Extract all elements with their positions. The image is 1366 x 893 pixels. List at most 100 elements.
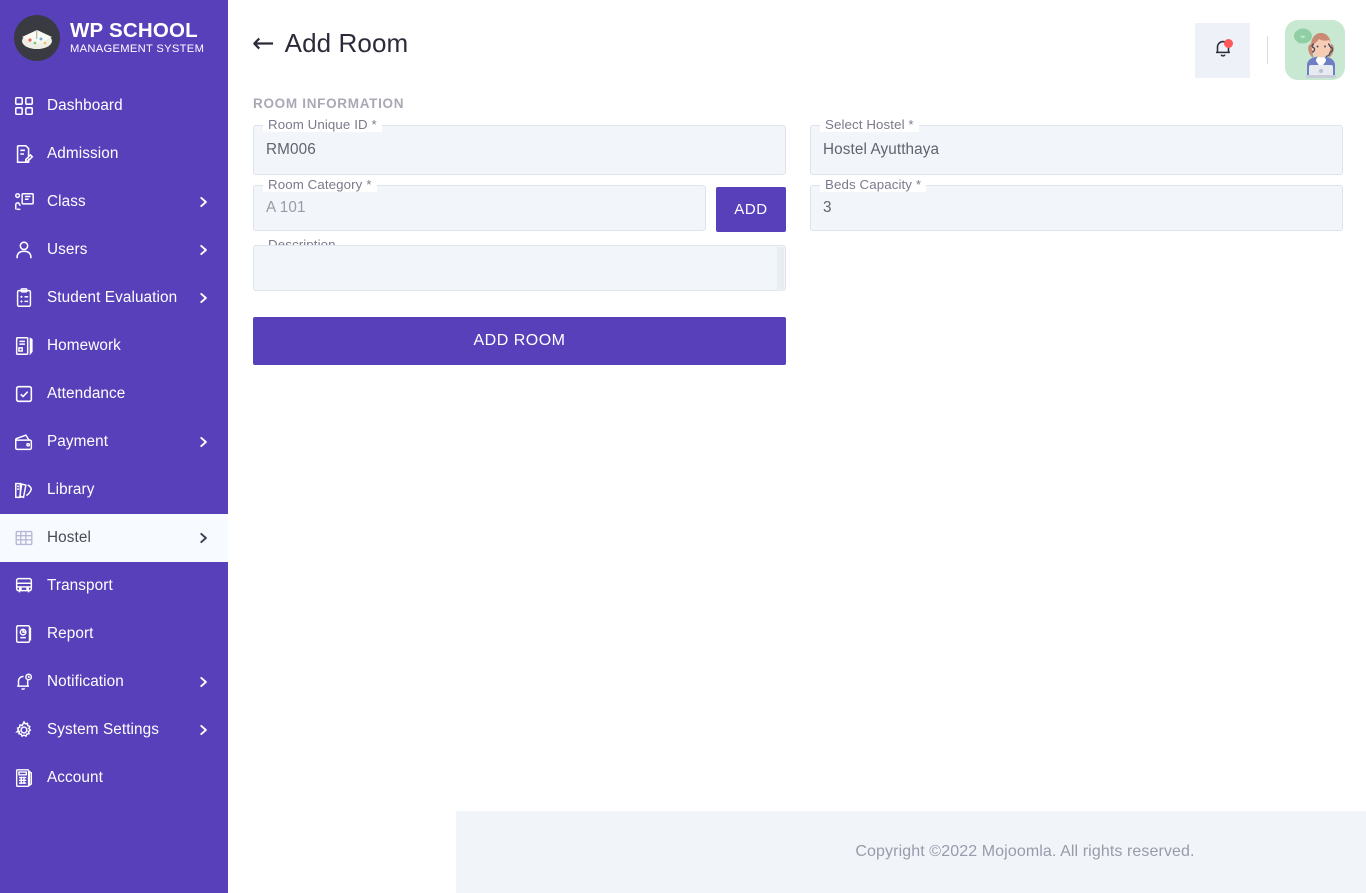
checkbox-square-icon	[11, 381, 37, 407]
room-unique-id-field[interactable]: Room Unique ID * RM006	[253, 117, 786, 175]
brand-text: WP SCHOOL MANAGEMENT SYSTEM	[70, 18, 205, 56]
notification-dot-badge	[1224, 38, 1233, 48]
topbar-divider	[1267, 36, 1268, 64]
graduation-cap-icon	[22, 30, 52, 49]
hostel-bed-icon	[11, 525, 37, 551]
description-field[interactable]: Description	[253, 237, 786, 291]
sidebar-item-label: Dashboard	[47, 97, 123, 114]
room-unique-id-input[interactable]: RM006	[253, 125, 786, 175]
bell-clock-icon	[11, 669, 37, 695]
select-hostel-value: Hostel Ayutthaya	[823, 141, 940, 158]
back-arrow-icon[interactable]: ←	[252, 30, 275, 57]
app-root: WP SCHOOL MANAGEMENT SYSTEM Dashboard Ad…	[0, 0, 1366, 893]
chevron-right-icon	[196, 243, 210, 257]
grid-dashboard-icon	[11, 93, 37, 119]
brand-header[interactable]: WP SCHOOL MANAGEMENT SYSTEM	[0, 0, 228, 76]
footer: Copyright ©2022 Mojoomla. All rights res…	[456, 811, 1366, 893]
sidebar-item-admission[interactable]: Admission	[0, 130, 228, 178]
sidebar-item-label: Users	[47, 241, 88, 258]
sidebar-item-label: Library	[47, 481, 95, 498]
select-hostel-field[interactable]: Select Hostel * Hostel Ayutthaya	[810, 117, 1343, 175]
sidebar-item-student-evaluation[interactable]: Student Evaluation	[0, 274, 228, 322]
chevron-right-icon	[196, 435, 210, 449]
sidebar-item-system-settings[interactable]: System Settings	[0, 706, 228, 754]
brand-title: WP SCHOOL	[70, 18, 198, 42]
chevron-right-icon	[196, 675, 210, 689]
chevron-right-icon	[196, 291, 210, 305]
sidebar-item-users[interactable]: Users	[0, 226, 228, 274]
sidebar-item-hostel[interactable]: Hostel	[0, 514, 228, 562]
sidebar-item-account[interactable]: Account	[0, 754, 228, 802]
main-area: ← Add Room Hi! ROOM INFORMATION Room Uni…	[228, 0, 1366, 893]
sidebar-item-report[interactable]: Report	[0, 610, 228, 658]
beds-capacity-value: 3	[823, 199, 832, 216]
add-room-submit-button[interactable]: ADD ROOM	[253, 317, 786, 365]
sidebar-item-attendance[interactable]: Attendance	[0, 370, 228, 418]
sidebar-item-notification[interactable]: Notification	[0, 658, 228, 706]
chevron-right-icon	[196, 195, 210, 209]
calculator-icon	[11, 765, 37, 791]
room-category-row: Room Category * A 101 ADD	[253, 177, 786, 241]
support-agent-avatar-icon: Hi!	[1285, 20, 1345, 80]
room-category-label: Room Category *	[263, 177, 377, 192]
graduation-cap-logo	[14, 15, 60, 61]
document-edit-icon	[11, 141, 37, 167]
sidebar-item-label: Transport	[47, 577, 113, 594]
section-label-room-information: ROOM INFORMATION	[253, 96, 405, 111]
brand-subtitle: MANAGEMENT SYSTEM	[70, 43, 205, 56]
teacher-board-icon	[11, 189, 37, 215]
sidebar-nav: Dashboard Admission Class Users Student …	[0, 76, 228, 802]
avatar[interactable]: Hi!	[1285, 20, 1345, 80]
sidebar-item-dashboard[interactable]: Dashboard	[0, 82, 228, 130]
sidebar-item-label: Class	[47, 193, 86, 210]
sidebar-item-label: Attendance	[47, 385, 126, 402]
bus-icon	[11, 573, 37, 599]
beds-capacity-field[interactable]: Beds Capacity * 3	[810, 177, 1343, 231]
sidebar-item-payment[interactable]: Payment	[0, 418, 228, 466]
beds-capacity-label: Beds Capacity *	[820, 177, 927, 192]
topbar-actions: Hi!	[1195, 20, 1345, 80]
sidebar-item-label: Admission	[47, 145, 119, 162]
topbar: ← Add Room Hi!	[228, 0, 1366, 96]
sidebar: WP SCHOOL MANAGEMENT SYSTEM Dashboard Ad…	[0, 0, 228, 893]
room-unique-id-value: RM006	[266, 141, 316, 158]
gear-icon	[11, 717, 37, 743]
page-title-group: ← Add Room	[252, 28, 1195, 59]
textarea-resize-handle[interactable]	[777, 247, 784, 291]
form-column-left: Room Unique ID * RM006 Room Category * A…	[253, 117, 786, 365]
notification-button[interactable]	[1195, 22, 1250, 78]
sidebar-item-transport[interactable]: Transport	[0, 562, 228, 610]
sidebar-item-label: Notification	[47, 673, 124, 690]
room-category-placeholder: A 101	[266, 199, 306, 216]
sidebar-item-label: System Settings	[47, 721, 160, 738]
page-title: Add Room	[284, 28, 409, 58]
clipboard-check-icon	[11, 285, 37, 311]
sidebar-item-label: Account	[47, 769, 103, 786]
sidebar-item-label: Payment	[47, 433, 109, 450]
sidebar-item-homework[interactable]: Homework	[0, 322, 228, 370]
form-grid: Room Unique ID * RM006 Room Category * A…	[253, 117, 1343, 365]
books-icon	[11, 477, 37, 503]
sidebar-item-label: Report	[47, 625, 94, 642]
room-unique-id-label: Room Unique ID *	[263, 117, 382, 132]
chevron-right-icon	[196, 531, 210, 545]
form-column-right: Select Hostel * Hostel Ayutthaya Beds Ca…	[810, 117, 1343, 365]
form-content: ROOM INFORMATION Room Unique ID * RM006 …	[228, 96, 1366, 893]
notebook-pen-icon	[11, 333, 37, 359]
svg-text:Hi!: Hi!	[1301, 34, 1306, 39]
sidebar-item-label: Student Evaluation	[47, 289, 178, 306]
sidebar-item-class[interactable]: Class	[0, 178, 228, 226]
add-category-button[interactable]: ADD	[716, 187, 786, 232]
sidebar-item-label: Homework	[47, 337, 121, 354]
chevron-right-icon	[196, 723, 210, 737]
report-chart-icon	[11, 621, 37, 647]
select-hostel-input[interactable]: Hostel Ayutthaya	[810, 125, 1343, 175]
sidebar-item-library[interactable]: Library	[0, 466, 228, 514]
user-icon	[11, 237, 37, 263]
description-textarea[interactable]	[253, 245, 786, 291]
sidebar-item-label: Hostel	[47, 529, 91, 546]
room-category-field[interactable]: Room Category * A 101	[253, 177, 706, 231]
wallet-icon	[11, 429, 37, 455]
copyright-text: Copyright ©2022 Mojoomla. All rights res…	[855, 843, 1195, 860]
select-hostel-label: Select Hostel *	[820, 117, 919, 132]
